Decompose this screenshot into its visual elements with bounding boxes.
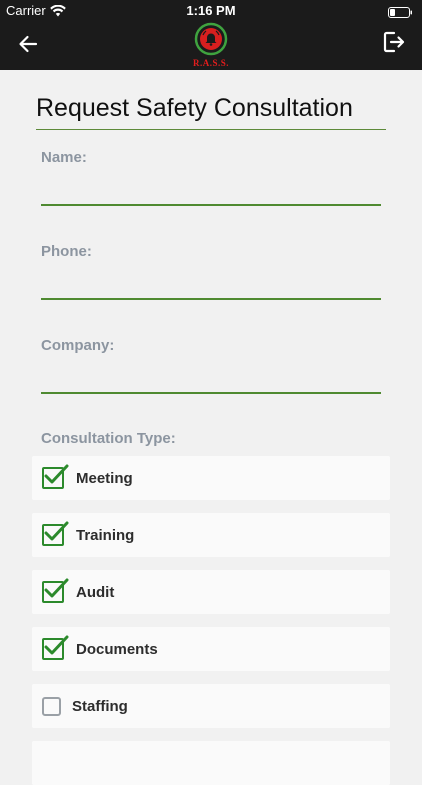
logo-text: R.A.S.S. xyxy=(192,58,229,68)
option-next-partial[interactable] xyxy=(32,741,390,785)
status-time: 1:16 PM xyxy=(186,3,236,18)
phone-input[interactable] xyxy=(41,270,381,300)
company-input[interactable] xyxy=(41,364,381,394)
name-label: Name: xyxy=(41,149,87,166)
name-input[interactable] xyxy=(41,176,381,206)
option-label: Meeting xyxy=(76,469,133,487)
checkbox-checked-icon[interactable] xyxy=(42,521,69,546)
phone-label: Phone: xyxy=(41,243,92,260)
option-label: Staffing xyxy=(72,697,128,715)
rass-logo: R.A.S.S. xyxy=(189,22,233,68)
app-header: Carrier 1:16 PM R.A.S.S. xyxy=(0,0,422,70)
option-training[interactable]: Training xyxy=(32,513,390,557)
option-audit[interactable]: Audit xyxy=(32,570,390,614)
option-meeting[interactable]: Meeting xyxy=(32,456,390,500)
logout-button[interactable] xyxy=(380,28,408,56)
option-documents[interactable]: Documents xyxy=(32,627,390,671)
option-label: Training xyxy=(76,526,135,544)
alarm-bell-logo-icon xyxy=(194,22,228,56)
page-title: Request Safety Consultation xyxy=(36,94,386,130)
battery-icon xyxy=(388,5,412,18)
checkbox-checked-icon[interactable] xyxy=(42,464,69,489)
checkbox-unchecked-icon[interactable] xyxy=(42,696,61,716)
company-label: Company: xyxy=(41,337,115,354)
checkbox-checked-icon[interactable] xyxy=(42,635,69,660)
consultation-type-label: Consultation Type: xyxy=(41,430,176,447)
back-button[interactable] xyxy=(14,30,42,58)
option-label: Audit xyxy=(76,583,115,601)
option-staffing[interactable]: Staffing xyxy=(32,684,390,728)
option-label: Documents xyxy=(76,640,158,658)
arrow-left-icon xyxy=(19,35,38,53)
status-bar: Carrier 1:16 PM xyxy=(0,0,422,22)
checkbox-checked-icon[interactable] xyxy=(42,578,69,603)
logout-icon xyxy=(383,31,405,53)
